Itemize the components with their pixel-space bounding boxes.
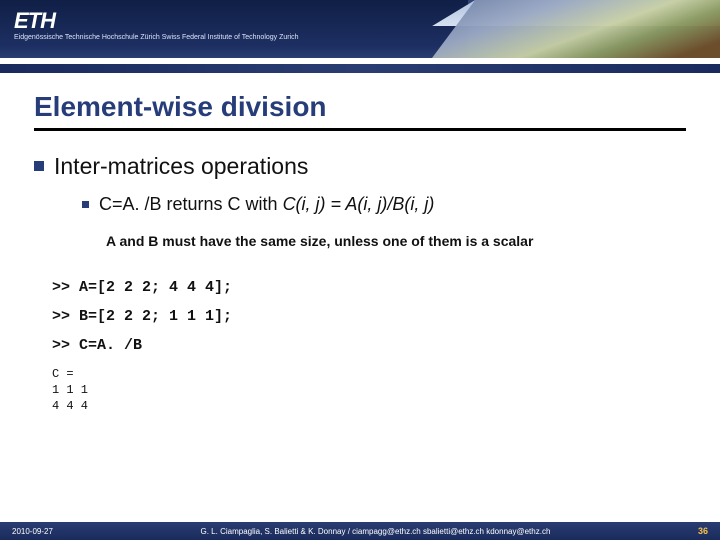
eth-subtitle: Eidgenössische Technische Hochschule Zür… xyxy=(14,34,299,41)
code-line-2: >> B=[2 2 2; 1 1 1]; xyxy=(52,308,686,325)
bullet-l1-text: Inter-matrices operations xyxy=(54,153,308,180)
note-text: A and B must have the same size, unless … xyxy=(106,233,686,249)
footer-page-number: 36 xyxy=(698,526,708,536)
header-banner: ETH Eidgenössische Technische Hochschule… xyxy=(0,0,720,58)
banner-dark-bg xyxy=(0,0,468,58)
slide-title: Element-wise division xyxy=(34,91,686,131)
code-line-1: >> A=[2 2 2; 4 4 4]; xyxy=(52,279,686,296)
content-area: Element-wise division Inter-matrices ope… xyxy=(0,73,720,415)
eth-logo: ETH xyxy=(14,8,55,34)
slide: ETH Eidgenössische Technische Hochschule… xyxy=(0,0,720,540)
bullet-l2-pre: C=A. /B returns C with xyxy=(99,194,283,214)
code-line-3: >> C=A. /B xyxy=(52,337,686,354)
footer-date: 2010-09-27 xyxy=(12,527,53,536)
bullet-l2-formula: C(i, j) = A(i, j)/B(i, j) xyxy=(283,194,435,214)
code-block: >> A=[2 2 2; 4 4 4]; >> B=[2 2 2; 1 1 1]… xyxy=(52,279,686,354)
banner-strip xyxy=(0,64,720,73)
banner-photo xyxy=(432,0,720,58)
square-bullet-icon xyxy=(82,201,89,208)
square-bullet-icon xyxy=(34,161,44,171)
code-output: C = 1 1 1 4 4 4 xyxy=(52,366,686,415)
footer-bar: 2010-09-27 G. L. Ciampaglia, S. Balietti… xyxy=(0,522,720,540)
bullet-l2-text: C=A. /B returns C with C(i, j) = A(i, j)… xyxy=(99,194,434,215)
bullet-level1: Inter-matrices operations xyxy=(34,153,686,180)
footer-authors: G. L. Ciampaglia, S. Balietti & K. Donna… xyxy=(53,527,698,536)
bullet-level2: C=A. /B returns C with C(i, j) = A(i, j)… xyxy=(82,194,686,215)
